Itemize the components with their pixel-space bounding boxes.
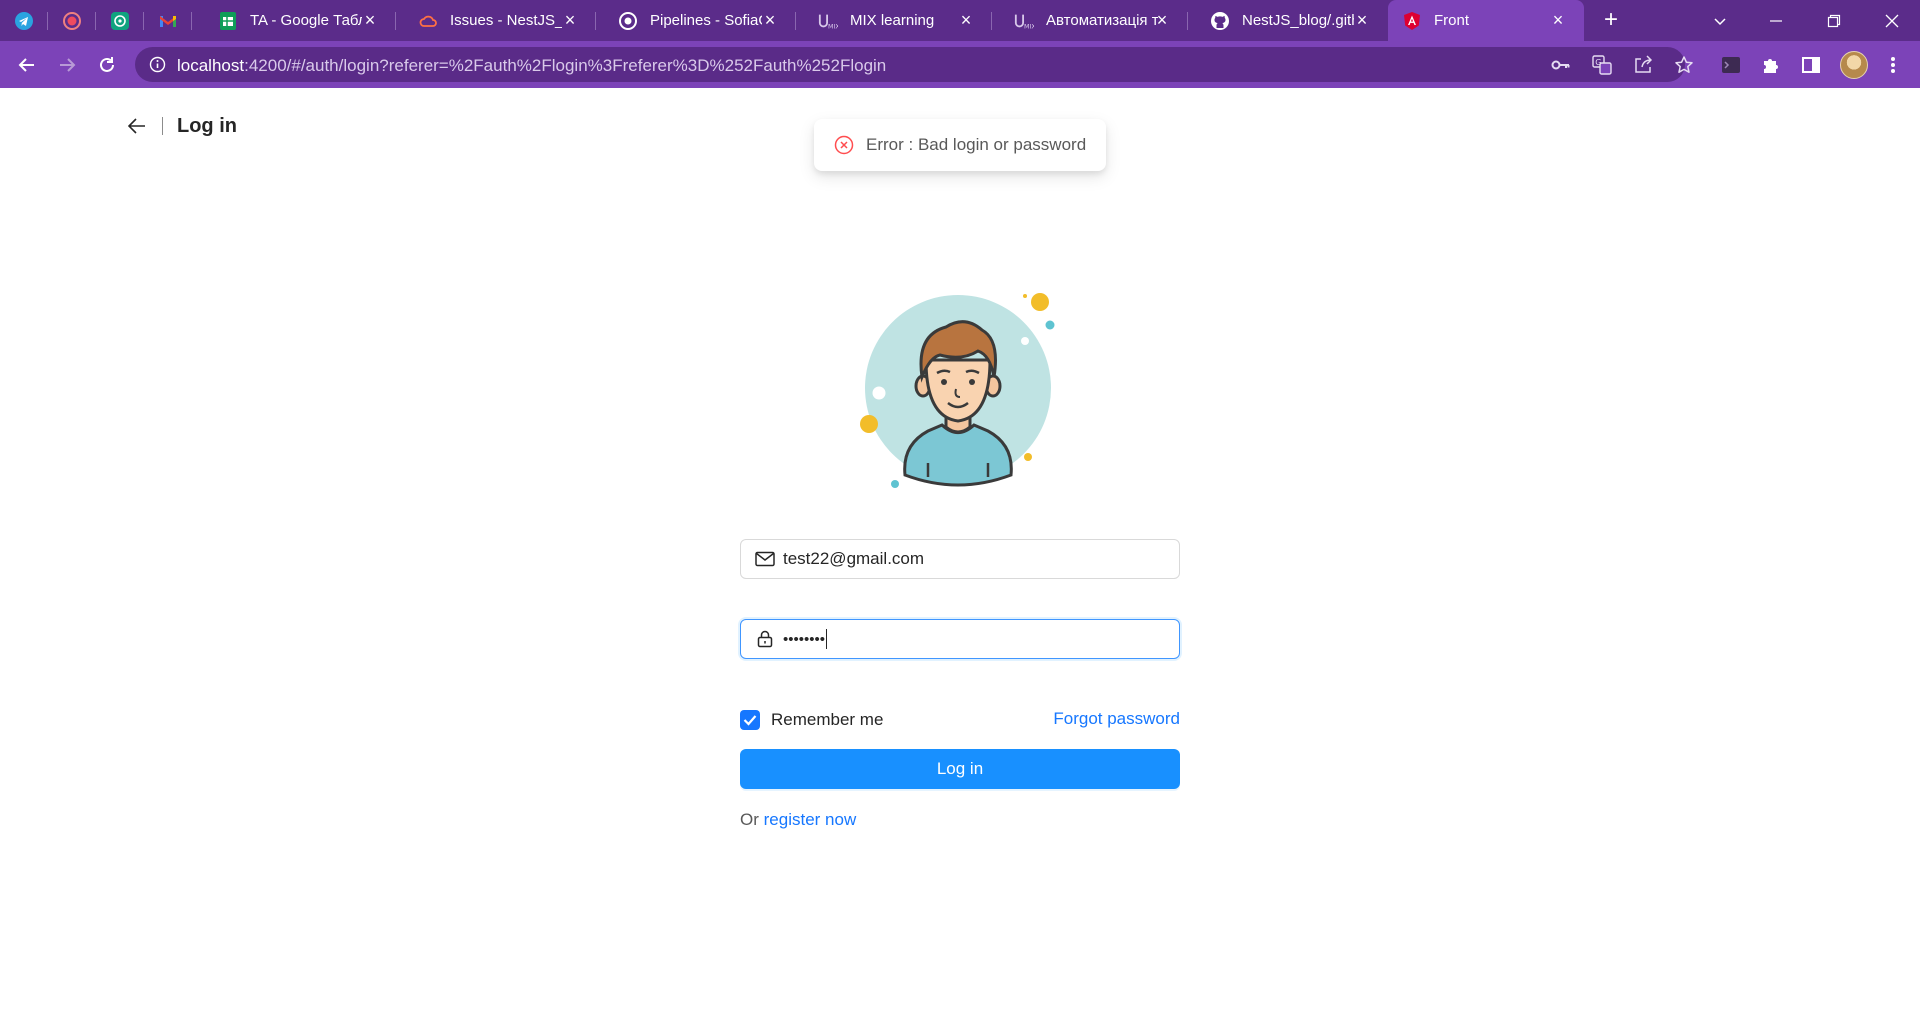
email-field[interactable]: test22@gmail.com	[740, 539, 1180, 579]
menu-kebab-icon[interactable]	[1882, 54, 1904, 76]
google-sheets-icon	[218, 11, 238, 31]
mail-icon	[755, 549, 775, 569]
tab-title: TA - Google Табл	[250, 12, 362, 29]
tab-gmail[interactable]	[144, 0, 192, 41]
tab-automation[interactable]: MIX Автоматизація те ×	[992, 0, 1188, 41]
pipeline-icon	[618, 11, 638, 31]
close-circle-icon	[834, 135, 854, 155]
extensions-puzzle-icon[interactable]	[1760, 54, 1782, 76]
tab-title: NestJS_blog/.gith	[1242, 12, 1354, 29]
umix-icon: MIX	[818, 11, 838, 31]
key-icon[interactable]	[1551, 55, 1571, 75]
record-icon	[62, 11, 82, 31]
tab-chatgpt[interactable]	[96, 0, 144, 41]
close-tab-icon[interactable]: ×	[362, 11, 378, 29]
toast-message: Error : Bad login or password	[866, 135, 1087, 154]
url-host: localhost	[177, 56, 245, 75]
profile-avatar[interactable]	[1840, 51, 1868, 79]
tab-title: Pipelines - SofiaG	[650, 12, 762, 29]
tab-pipelines[interactable]: Pipelines - SofiaG ×	[596, 0, 796, 41]
tab-title: MIX learning	[850, 12, 935, 29]
remember-me-label[interactable]: Remember me	[771, 710, 883, 730]
umix-icon: MIX	[1014, 11, 1034, 31]
tab-issues[interactable]: Issues - NestJS_bl ×	[396, 0, 596, 41]
restore-icon[interactable]	[1806, 0, 1862, 41]
minimize-icon[interactable]	[1748, 0, 1804, 41]
remember-me-checkbox[interactable]: Remember me	[740, 709, 883, 731]
angular-icon	[1402, 11, 1422, 31]
share-icon[interactable]	[1633, 55, 1653, 75]
tab-google-sheets[interactable]: TA - Google Табл ×	[196, 0, 396, 41]
site-info-icon[interactable]	[149, 56, 166, 73]
tab-title: Issues - NestJS_bl	[450, 12, 562, 29]
text-caret	[826, 629, 828, 650]
tab-title: Front	[1434, 12, 1470, 29]
error-toast: Error : Bad login or password	[814, 119, 1106, 171]
register-prompt: Or register now	[740, 810, 856, 830]
register-now-link[interactable]: register now	[764, 810, 857, 829]
register-prefix: Or	[740, 810, 759, 829]
new-tab-button[interactable]: +	[1598, 8, 1624, 34]
page-header: Log in	[126, 113, 237, 139]
close-tab-icon[interactable]: ×	[1550, 11, 1566, 29]
email-value: test22@gmail.com	[783, 549, 925, 568]
login-button[interactable]: Log in	[740, 749, 1180, 789]
close-tab-icon[interactable]: ×	[958, 11, 974, 29]
github-icon	[1210, 11, 1230, 31]
tab-record[interactable]	[48, 0, 96, 41]
password-value: ••••••••	[783, 630, 826, 648]
tab-mix-learning[interactable]: MIX MIX learning ×	[796, 0, 992, 41]
tab-front[interactable]: Front ×	[1388, 0, 1584, 41]
telegram-icon	[14, 11, 34, 31]
tab-title: Автоматизація те	[1046, 12, 1158, 29]
url-path: :4200/#/auth/login?referer=%2Fauth%2Flog…	[244, 56, 887, 75]
close-window-icon[interactable]	[1864, 0, 1920, 41]
chatgpt-icon	[110, 11, 130, 31]
checkmark-icon[interactable]	[740, 710, 760, 730]
close-tab-icon[interactable]: ×	[1354, 11, 1370, 29]
arrow-left-icon[interactable]	[126, 115, 148, 137]
header-divider	[162, 117, 163, 135]
extension-terminal-icon[interactable]	[1720, 54, 1742, 76]
close-tab-icon[interactable]: ×	[762, 11, 778, 29]
reload-icon[interactable]	[92, 50, 122, 80]
url-text[interactable]: localhost:4200/#/auth/login?referer=%2Fa…	[177, 56, 886, 76]
address-bar[interactable]: localhost:4200/#/auth/login?referer=%2Fa…	[135, 47, 1693, 82]
tab-github[interactable]: NestJS_blog/.gith ×	[1188, 0, 1388, 41]
bookmark-star-icon[interactable]	[1674, 55, 1694, 75]
forgot-password-link[interactable]: Forgot password	[1050, 709, 1180, 729]
browser-tab-strip: TA - Google Табл × Issues - NestJS_bl × …	[0, 0, 1920, 41]
forward-icon[interactable]	[52, 50, 82, 80]
svg-text:G: G	[1595, 58, 1601, 67]
close-tab-icon[interactable]: ×	[1154, 11, 1170, 29]
svg-text:MIX: MIX	[828, 23, 838, 30]
gmail-icon	[158, 11, 178, 31]
lock-icon	[755, 629, 775, 649]
translate-icon[interactable]: G	[1592, 55, 1612, 75]
browser-toolbar: localhost:4200/#/auth/login?referer=%2Fa…	[0, 41, 1920, 88]
back-icon[interactable]	[12, 50, 42, 80]
tab-telegram[interactable]	[0, 0, 48, 41]
tab-search-icon[interactable]	[1692, 0, 1748, 41]
cloud-icon	[418, 11, 438, 31]
close-tab-icon[interactable]: ×	[562, 11, 578, 29]
user-avatar-illustration	[850, 285, 1070, 495]
password-field[interactable]: ••••••••	[740, 619, 1180, 659]
svg-text:MIX: MIX	[1024, 23, 1034, 30]
page-title: Log in	[177, 114, 237, 137]
side-panel-icon[interactable]	[1800, 54, 1822, 76]
